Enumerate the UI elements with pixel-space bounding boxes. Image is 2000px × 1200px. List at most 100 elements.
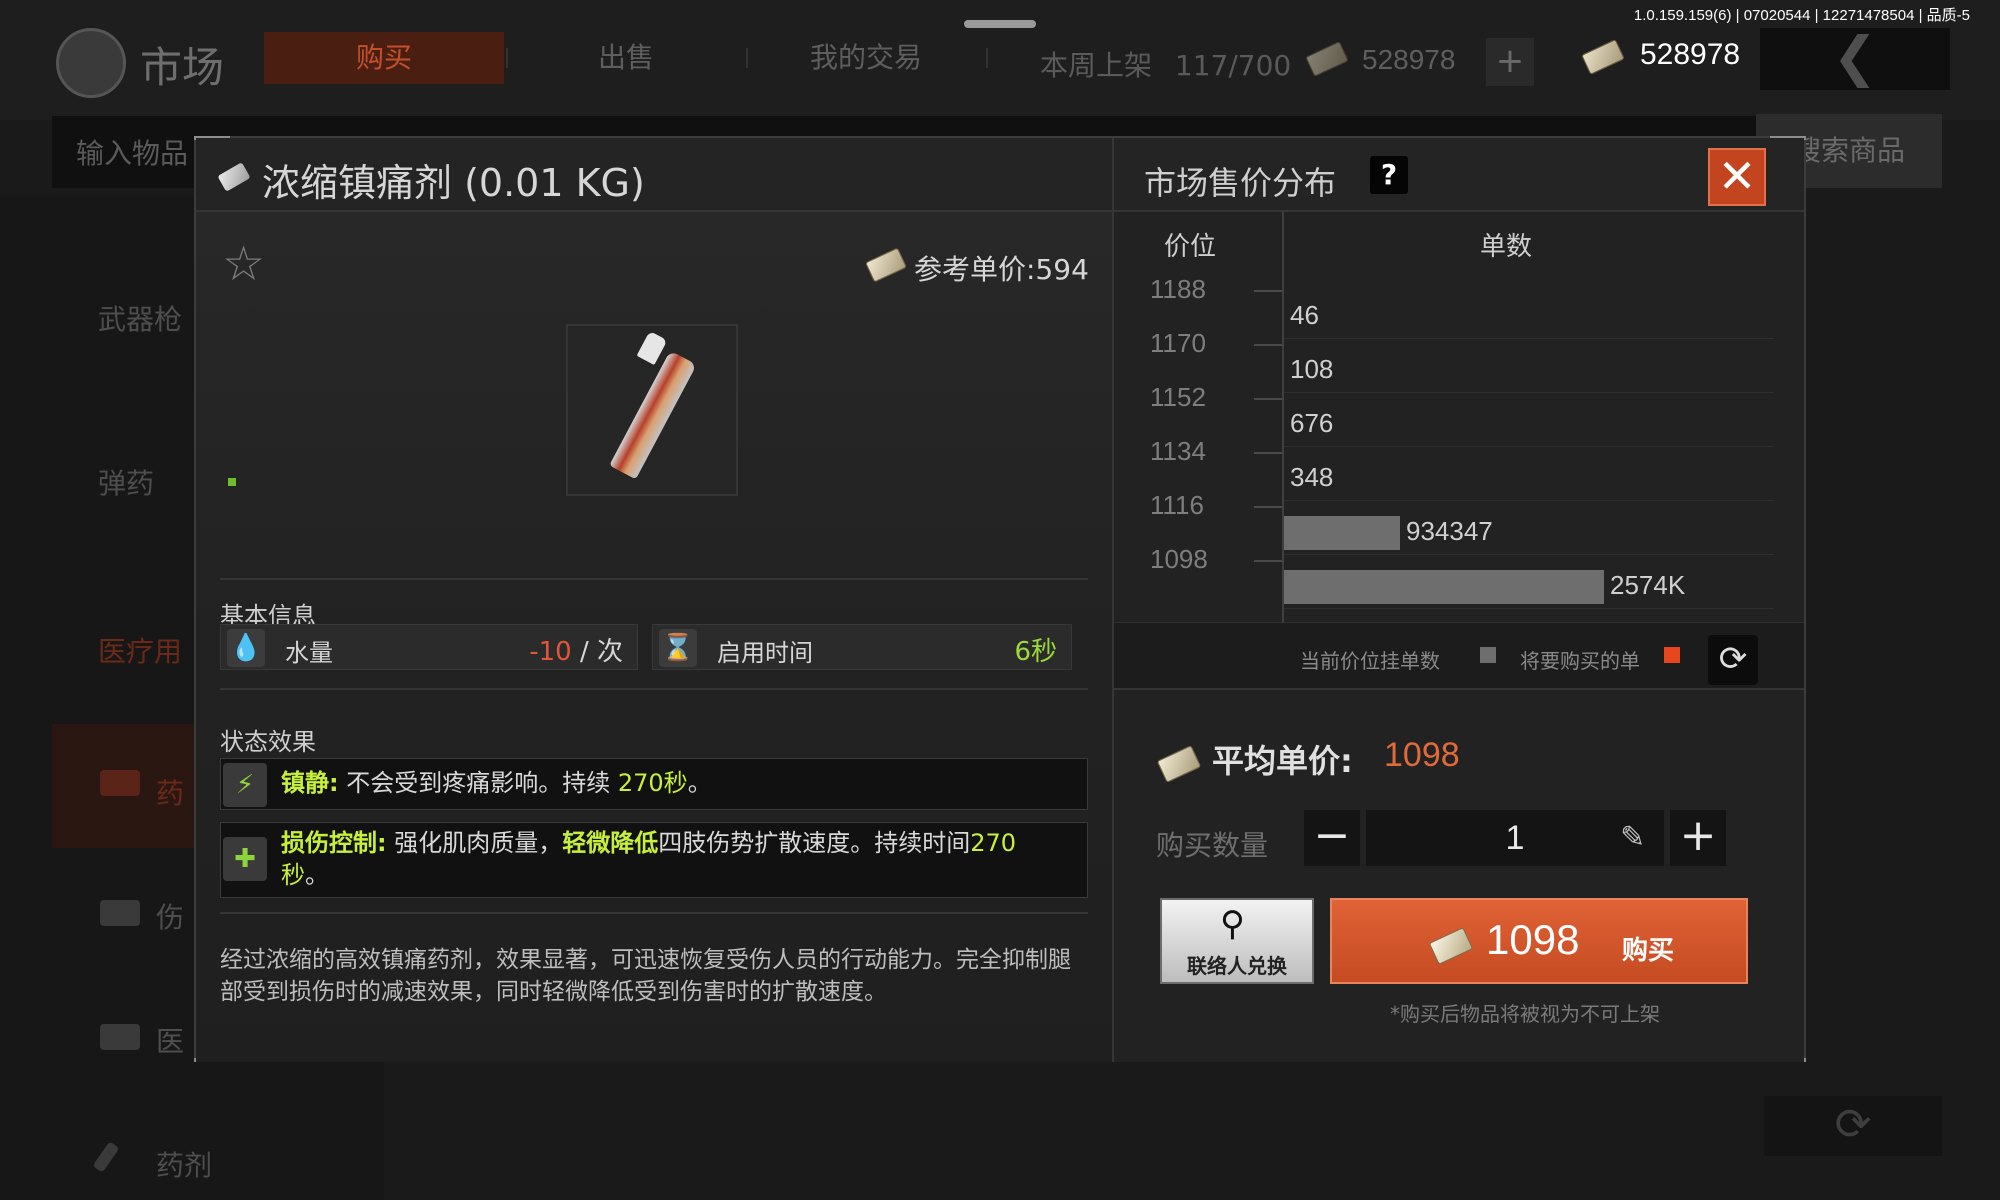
money-icon <box>1428 927 1474 965</box>
stat-value: -10 / 次 <box>529 637 623 667</box>
stat-water: 💧 水量 -10 / 次 <box>220 624 638 670</box>
legend-buy-label: 将要购买的单 <box>1520 649 1640 673</box>
effects-label: 状态效果 <box>220 728 316 756</box>
chart-gridline <box>1284 338 1774 339</box>
item-title: 浓缩镇痛剂 (0.01 KG) <box>262 161 645 205</box>
column-orders-header: 单数 <box>1480 232 1533 262</box>
close-button[interactable]: ✕ <box>1708 148 1766 206</box>
refresh-icon[interactable]: ⟳ <box>1708 635 1758 685</box>
chart-axis <box>1282 212 1284 622</box>
price-tick-label: 1134 <box>1150 436 1206 466</box>
price-tick <box>1254 398 1282 400</box>
market-distribution-panel: 价位 单数 1188 1170 1152 1134 1116 1098 46 108 676 34… <box>1114 212 1804 1062</box>
order-count-label: 46 <box>1290 300 1319 330</box>
sidebar-item-potion[interactable]: 药剂 <box>156 1144 212 1184</box>
body-plus-icon: ✚ <box>223 837 267 881</box>
currency-amount-1: 528978 <box>1362 44 1456 75</box>
sidebar-item-weapons[interactable]: 武器枪 <box>98 298 182 338</box>
tab-buy[interactable]: 购买 <box>264 32 504 84</box>
chart-legend: 当前价位挂单数 将要购买的单 ⟳ <box>1114 622 1804 690</box>
divider <box>220 578 1088 580</box>
legend-current-label: 当前价位挂单数 <box>1300 649 1440 673</box>
tab-sell[interactable]: 出售 <box>506 32 746 84</box>
order-count-label: 108 <box>1290 354 1334 384</box>
price-tick <box>1254 560 1282 562</box>
medkit-icon <box>100 1024 140 1050</box>
price-tick-label: 1170 <box>1150 328 1206 358</box>
chart-gridline <box>1284 446 1774 447</box>
market-logo-icon <box>56 28 126 98</box>
order-bar <box>1284 516 1400 550</box>
legend-buy-swatch <box>1664 647 1680 663</box>
price-tick-label: 1188 <box>1150 274 1206 304</box>
tube-cap <box>636 330 668 366</box>
stat-value: 6秒 <box>1014 637 1057 667</box>
order-count-label: 2574K <box>1610 570 1686 600</box>
divider <box>220 912 1088 914</box>
add-currency-button[interactable]: + <box>1486 38 1534 86</box>
effect-sedation: ⚡ 镇静: 不会受到疼痛影响。持续 270秒。 <box>220 758 1088 810</box>
market-title: 市场 <box>140 43 225 92</box>
legend-current-swatch <box>1480 647 1496 663</box>
drag-handle[interactable] <box>964 20 1036 28</box>
effect-text: 损伤控制: 强化肌肉质量，轻微降低四肢伤势扩散速度。持续时间270 秒。 <box>281 829 1017 889</box>
price-tick-label: 1116 <box>1150 490 1204 520</box>
search-icon: ⚲ <box>1220 904 1245 944</box>
exchange-label: 联络人兑换 <box>1187 954 1287 978</box>
divider <box>220 688 1088 690</box>
back-button[interactable]: ❮ <box>1760 28 1950 90</box>
quantity-minus-button[interactable]: − <box>1304 810 1360 866</box>
modal-header: 浓缩镇痛剂 (0.01 KG) 市场售价分布 ? ✕ <box>196 138 1804 212</box>
buy-button[interactable]: 1098 购买 <box>1330 898 1748 984</box>
sidebar-item-medical[interactable]: 医疗用 <box>98 630 182 670</box>
currency-amount-2: 528978 <box>1640 38 1741 71</box>
sidebar-item-medic[interactable]: 医 <box>156 1020 184 1060</box>
contact-exchange-button[interactable]: ⚲ 联络人兑换 <box>1160 898 1314 984</box>
money-icon <box>865 247 907 283</box>
price-tick <box>1254 290 1282 292</box>
status-dot <box>228 478 236 486</box>
favorite-star-icon[interactable]: ☆ <box>222 240 265 288</box>
chart-gridline <box>1284 392 1774 393</box>
price-tick <box>1254 452 1282 454</box>
edit-pencil-icon[interactable]: ✎ <box>1620 820 1645 855</box>
order-count-label: 934347 <box>1406 516 1493 546</box>
version-info: 1.0.159.159(6) | 07020544 | 12271478504 … <box>1633 7 1970 24</box>
sidebar-item-drug[interactable]: 药 <box>156 772 184 812</box>
bandage-icon <box>100 900 140 926</box>
hourglass-icon: ⌛ <box>659 629 697 667</box>
order-count-label: 676 <box>1290 408 1334 438</box>
purchase-note: *购买后物品将被视为不可上架 <box>1390 1002 1660 1026</box>
price-tick <box>1254 506 1282 508</box>
chart-gridline <box>1284 500 1774 501</box>
pill-icon <box>100 770 140 796</box>
quantity-label: 购买数量 <box>1156 829 1269 862</box>
item-purchase-modal: 浓缩镇痛剂 (0.01 KG) 市场售价分布 ? ✕ ☆ 参考单价:594 基本… <box>194 136 1806 1062</box>
stat-label: 水量 <box>285 639 333 667</box>
stat-label: 启用时间 <box>717 639 813 667</box>
sidebar-item-ammo[interactable]: 弹药 <box>98 462 154 502</box>
lightning-head-icon: ⚡ <box>223 763 267 807</box>
order-count-label: 348 <box>1290 462 1334 492</box>
quantity-plus-button[interactable]: + <box>1670 810 1726 866</box>
item-image <box>566 324 738 496</box>
reference-price: 参考单价:594 <box>914 253 1089 286</box>
weekly-value: 117/700 <box>1174 49 1292 82</box>
order-bar <box>1284 570 1604 604</box>
effect-damage-control: ✚ 损伤控制: 强化肌肉质量，轻微降低四肢伤势扩散速度。持续时间270 秒。 <box>220 822 1088 898</box>
bill-icon <box>217 162 251 192</box>
price-tick-label: 1098 <box>1150 544 1208 574</box>
search-input[interactable]: 输入物品 <box>76 132 188 172</box>
average-price-value: 1098 <box>1384 736 1460 774</box>
tab-my-trades[interactable]: 我的交易 <box>746 32 986 84</box>
effect-text: 镇静: 不会受到疼痛影响。持续 270秒。 <box>281 769 712 797</box>
background-refresh-button[interactable]: ⟳ <box>1764 1096 1942 1156</box>
weekly-listing: 本周上架 117/700 <box>1040 44 1291 84</box>
price-tick <box>1254 344 1282 346</box>
sidebar-item-injury[interactable]: 伤 <box>156 896 184 936</box>
column-price-header: 价位 <box>1164 232 1217 262</box>
help-button[interactable]: ? <box>1370 156 1408 194</box>
stat-activation-time: ⌛ 启用时间 6秒 <box>652 624 1072 670</box>
water-drop-icon: 💧 <box>227 629 265 667</box>
painkiller-tube-icon <box>609 350 697 480</box>
